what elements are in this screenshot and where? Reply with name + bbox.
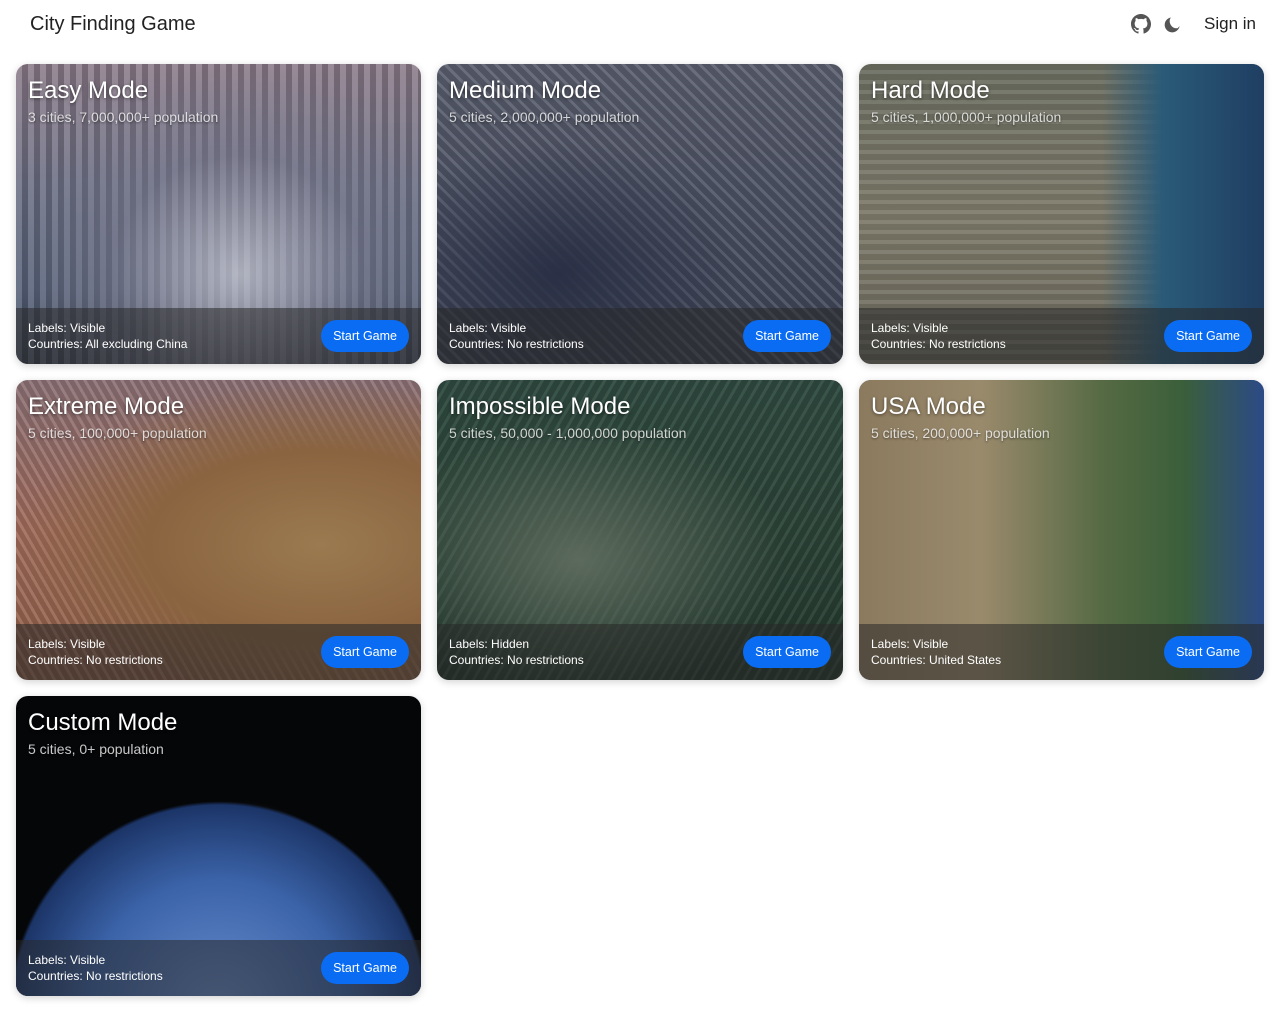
mode-title: Impossible Mode	[449, 393, 631, 420]
mode-title: Medium Mode	[449, 77, 602, 104]
mode-card-usa: USA Mode 5 cities, 200,000+ population L…	[859, 380, 1264, 680]
top-bar: City Finding Game Sign in	[0, 0, 1280, 48]
mode-details: Labels: Visible Countries: No restrictio…	[28, 952, 163, 984]
countries-setting: Countries: No restrictions	[871, 337, 1006, 351]
labels-setting: Labels: Visible	[28, 953, 106, 967]
labels-setting: Labels: Hidden	[449, 637, 530, 651]
mode-footer: Labels: Visible Countries: No restrictio…	[16, 624, 421, 680]
countries-setting: Countries: No restrictions	[28, 969, 163, 983]
mode-details: Labels: Visible Countries: United States	[871, 636, 1001, 668]
github-icon[interactable]	[1130, 13, 1152, 35]
mode-title: Hard Mode	[871, 77, 990, 104]
header-actions: Sign in	[1130, 13, 1256, 35]
mode-details: Labels: Hidden Countries: No restriction…	[449, 636, 584, 668]
mode-card-extreme: Extreme Mode 5 cities, 100,000+ populati…	[16, 380, 421, 680]
mode-footer: Labels: Visible Countries: No restrictio…	[16, 940, 421, 996]
mode-details: Labels: Visible Countries: No restrictio…	[28, 636, 163, 668]
mode-footer: Labels: Visible Countries: No restrictio…	[437, 308, 843, 364]
mode-footer: Labels: Hidden Countries: No restriction…	[437, 624, 843, 680]
countries-setting: Countries: All excluding China	[28, 337, 188, 351]
countries-setting: Countries: United States	[871, 653, 1002, 667]
mode-footer: Labels: Visible Countries: No restrictio…	[859, 308, 1264, 364]
countries-setting: Countries: No restrictions	[449, 337, 584, 351]
labels-setting: Labels: Visible	[871, 321, 949, 335]
start-game-button[interactable]: Start Game	[321, 320, 409, 352]
countries-setting: Countries: No restrictions	[449, 653, 584, 667]
mode-details: Labels: Visible Countries: All excluding…	[28, 320, 187, 352]
start-game-button[interactable]: Start Game	[743, 320, 831, 352]
mode-title: Custom Mode	[28, 709, 178, 736]
mode-subtitle: 5 cities, 50,000 - 1,000,000 population	[449, 425, 687, 441]
start-game-button[interactable]: Start Game	[321, 952, 409, 984]
labels-setting: Labels: Visible	[28, 637, 106, 651]
moon-icon[interactable]	[1162, 13, 1184, 35]
mode-details: Labels: Visible Countries: No restrictio…	[871, 320, 1006, 352]
start-game-button[interactable]: Start Game	[1164, 636, 1252, 668]
mode-grid: Easy Mode 3 cities, 7,000,000+ populatio…	[16, 64, 1264, 996]
mode-card-hard: Hard Mode 5 cities, 1,000,000+ populatio…	[859, 64, 1264, 364]
mode-title: Extreme Mode	[28, 393, 185, 420]
labels-setting: Labels: Visible	[28, 321, 106, 335]
app-brand[interactable]: City Finding Game	[24, 13, 196, 36]
mode-subtitle: 5 cities, 200,000+ population	[871, 425, 1050, 441]
start-game-button[interactable]: Start Game	[743, 636, 831, 668]
mode-subtitle: 5 cities, 2,000,000+ population	[449, 109, 640, 125]
mode-title: Easy Mode	[28, 77, 149, 104]
mode-footer: Labels: Visible Countries: All excluding…	[16, 308, 421, 364]
mode-footer: Labels: Visible Countries: United States…	[859, 624, 1264, 680]
mode-card-medium: Medium Mode 5 cities, 2,000,000+ populat…	[437, 64, 843, 364]
mode-title: USA Mode	[871, 393, 986, 420]
mode-subtitle: 5 cities, 100,000+ population	[28, 425, 207, 441]
mode-subtitle: 3 cities, 7,000,000+ population	[28, 109, 219, 125]
mode-card-easy: Easy Mode 3 cities, 7,000,000+ populatio…	[16, 64, 421, 364]
start-game-button[interactable]: Start Game	[1164, 320, 1252, 352]
labels-setting: Labels: Visible	[449, 321, 527, 335]
mode-card-impossible: Impossible Mode 5 cities, 50,000 - 1,000…	[437, 380, 843, 680]
sign-in-link[interactable]: Sign in	[1204, 14, 1256, 34]
mode-subtitle: 5 cities, 0+ population	[28, 741, 164, 757]
mode-subtitle: 5 cities, 1,000,000+ population	[871, 109, 1062, 125]
mode-details: Labels: Visible Countries: No restrictio…	[449, 320, 584, 352]
app-title: City Finding Game	[30, 12, 196, 35]
start-game-button[interactable]: Start Game	[321, 636, 409, 668]
mode-card-custom: Custom Mode 5 cities, 0+ population Labe…	[16, 696, 421, 996]
labels-setting: Labels: Visible	[871, 637, 949, 651]
countries-setting: Countries: No restrictions	[28, 653, 163, 667]
